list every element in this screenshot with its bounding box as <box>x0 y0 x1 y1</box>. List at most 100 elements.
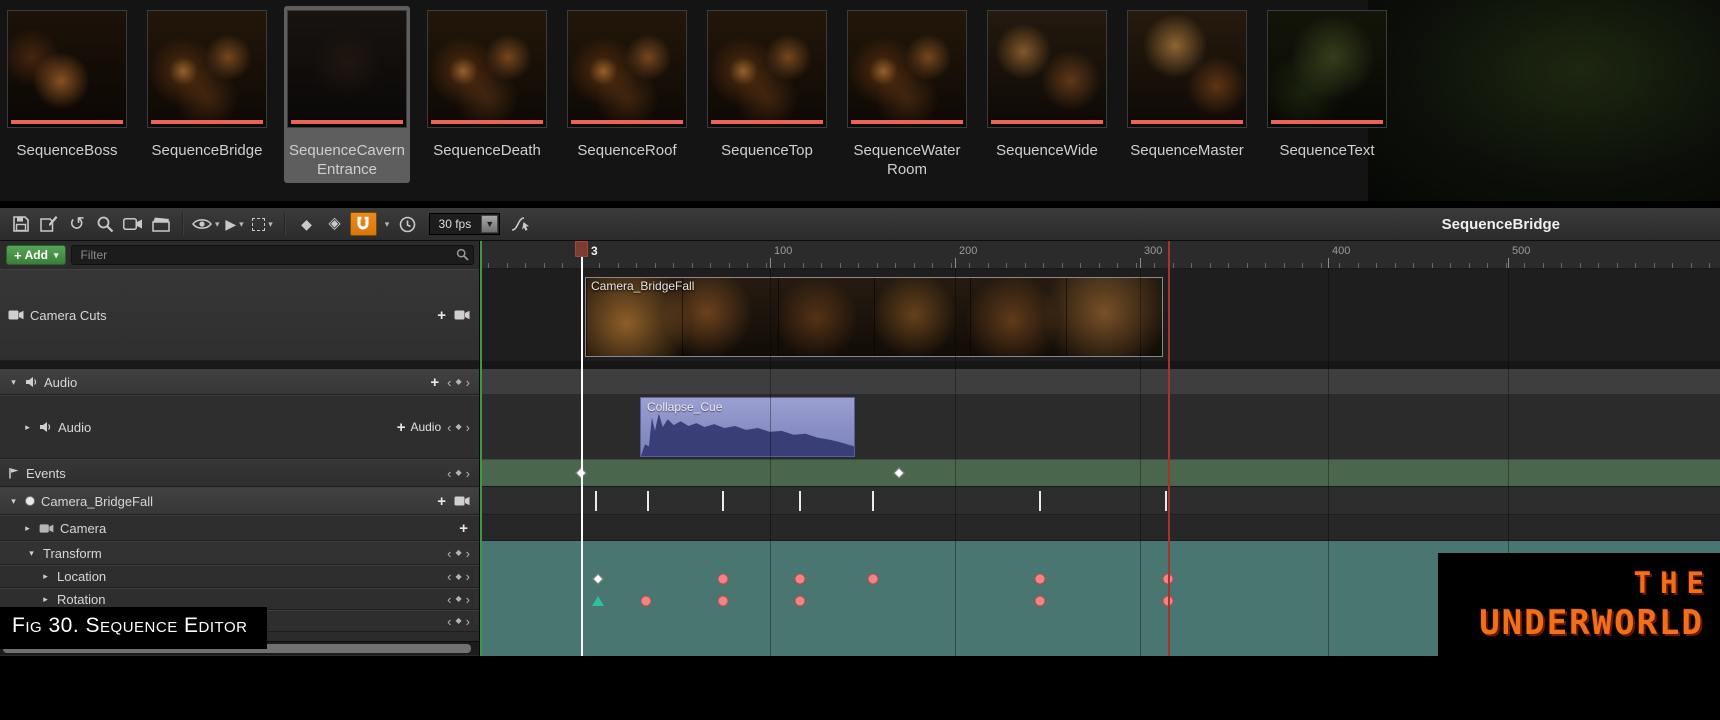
add-camera-cut-button[interactable]: + <box>435 307 448 324</box>
next-key-icon[interactable]: › <box>466 615 470 628</box>
rotation-keyframe[interactable] <box>717 595 729 607</box>
asset-thumbnail[interactable] <box>567 10 687 128</box>
content-browser-item[interactable]: SequenceWater Room <box>844 6 970 183</box>
track-row-audio[interactable]: ▾ Audio + ‹ ◆ › <box>0 369 479 395</box>
add-key-icon[interactable]: ◆ <box>456 549 462 557</box>
time-snap-button[interactable] <box>395 211 421 237</box>
camera-cuts-clip[interactable]: Camera_BridgeFall <box>585 277 1163 357</box>
auto-key-options-button[interactable]: ◈ <box>322 211 348 237</box>
camera-cut-marker[interactable] <box>1165 491 1167 511</box>
next-key-icon[interactable]: › <box>466 421 470 434</box>
asset-thumbnail[interactable] <box>847 10 967 128</box>
asset-thumbnail[interactable] <box>427 10 547 128</box>
content-browser-item[interactable]: SequenceBoss <box>4 6 130 183</box>
prev-key-icon[interactable]: ‹ <box>447 570 451 583</box>
add-key-icon[interactable]: ◆ <box>456 469 462 477</box>
rotation-keyframe[interactable] <box>592 596 604 606</box>
content-browser-item[interactable]: SequenceTop <box>704 6 830 183</box>
asset-thumbnail[interactable] <box>1127 10 1247 128</box>
filter-input[interactable] <box>71 245 474 265</box>
snapping-options-button[interactable]: ▾ <box>379 211 393 237</box>
timeline-ruler[interactable]: 100 200 300 400 500 <box>480 241 1720 269</box>
add-key-icon[interactable]: ◆ <box>456 572 462 581</box>
prev-key-icon[interactable]: ‹ <box>447 376 451 389</box>
undo-button[interactable]: ↺ <box>64 211 90 237</box>
next-key-icon[interactable]: › <box>466 570 470 583</box>
camera-cut-marker[interactable] <box>595 491 597 511</box>
key-navigation[interactable]: ‹ ◆ › <box>447 570 470 583</box>
asset-thumbnail[interactable] <box>1267 10 1387 128</box>
next-key-icon[interactable]: › <box>466 376 470 389</box>
track-row-camera-cuts[interactable]: Camera Cuts + <box>0 269 479 361</box>
content-browser-item[interactable]: SequenceBridge <box>144 6 270 183</box>
add-track-button[interactable]: + Add ▾ <box>6 245 67 265</box>
lock-camera-icon[interactable] <box>454 309 470 321</box>
key-navigation[interactable]: ‹ ◆ › <box>447 615 470 628</box>
location-keyframe[interactable] <box>794 573 806 585</box>
location-keyframe[interactable] <box>867 573 879 585</box>
asset-thumbnail[interactable] <box>147 10 267 128</box>
create-camera-button[interactable] <box>120 211 146 237</box>
expander-icon[interactable]: ▾ <box>26 548 37 559</box>
add-camera-property-button[interactable]: + <box>457 520 470 537</box>
content-browser-item[interactable]: SequenceCavern Entrance <box>284 6 410 183</box>
render-movie-button[interactable] <box>148 211 174 237</box>
expander-icon[interactable]: ▾ <box>8 496 19 507</box>
add-key-icon[interactable]: ◆ <box>456 378 462 386</box>
asset-thumbnail[interactable] <box>7 10 127 128</box>
playhead-handle[interactable] <box>575 241 588 257</box>
curve-editor-button[interactable] <box>508 211 534 237</box>
content-browser-item[interactable]: SequenceRoof <box>564 6 690 183</box>
rotation-keyframe[interactable] <box>1034 595 1046 607</box>
find-in-content-browser-button[interactable] <box>92 211 118 237</box>
camera-cut-marker[interactable] <box>872 491 874 511</box>
keyframe-options-button[interactable]: ◆ <box>294 211 320 237</box>
prev-key-icon[interactable]: ‹ <box>447 615 451 628</box>
asset-thumbnail[interactable] <box>707 10 827 128</box>
track-row-camera-bridgefall[interactable]: ▾ Camera_BridgeFall + <box>0 487 479 515</box>
expander-icon[interactable]: ▸ <box>40 571 51 582</box>
location-keyframe[interactable] <box>1034 573 1046 585</box>
snapping-toggle-button[interactable] <box>349 212 377 236</box>
track-row-location[interactable]: ▸ Location ‹ ◆ › <box>0 565 479 588</box>
add-key-icon[interactable]: ◆ <box>456 595 462 603</box>
content-browser-item[interactable]: SequenceText <box>1264 6 1390 183</box>
rotation-keyframe[interactable] <box>640 595 652 607</box>
prev-key-icon[interactable]: ‹ <box>447 467 451 480</box>
key-navigation[interactable]: ‹ ◆ › <box>447 421 470 434</box>
next-key-icon[interactable]: › <box>466 593 470 606</box>
key-navigation[interactable]: ‹ ◆ › <box>447 593 470 606</box>
view-options-button[interactable]: ▾ <box>192 211 220 237</box>
expander-icon[interactable]: ▾ <box>8 377 19 388</box>
next-key-icon[interactable]: › <box>466 547 470 560</box>
prev-key-icon[interactable]: ‹ <box>447 421 451 434</box>
playhead[interactable] <box>575 241 588 656</box>
save-as-button[interactable] <box>36 211 62 237</box>
expander-icon[interactable]: ▸ <box>22 523 33 534</box>
camera-icon[interactable] <box>454 495 470 507</box>
asset-thumbnail[interactable] <box>287 10 407 128</box>
select-edit-options-button[interactable]: ▾ <box>250 211 276 237</box>
save-button[interactable] <box>8 211 34 237</box>
track-row-audio-child[interactable]: ▸ Audio + Audio ‹ ◆ › <box>0 395 479 459</box>
key-navigation[interactable]: ‹ ◆ › <box>447 547 470 560</box>
track-row-events[interactable]: Events ‹ ◆ › <box>0 459 479 487</box>
expander-icon[interactable]: ▸ <box>40 594 51 605</box>
camera-cut-marker[interactable] <box>647 491 649 511</box>
fps-dropdown[interactable]: 30 fps ▼ <box>428 213 501 235</box>
next-key-icon[interactable]: › <box>466 467 470 480</box>
add-track-section-button[interactable]: + <box>435 493 448 510</box>
content-browser-item[interactable]: SequenceMaster <box>1124 6 1250 183</box>
audio-clip[interactable]: Collapse_Cue <box>640 397 855 457</box>
rotation-keyframe[interactable] <box>794 595 806 607</box>
content-browser-item[interactable]: SequenceDeath <box>424 6 550 183</box>
track-row-camera[interactable]: ▸ Camera + <box>0 515 479 541</box>
add-audio-button[interactable]: + <box>428 374 441 391</box>
camera-cut-marker[interactable] <box>1039 491 1041 511</box>
track-row-transform[interactable]: ▾ Transform ‹ ◆ › <box>0 541 479 565</box>
location-keyframe[interactable] <box>717 573 729 585</box>
key-navigation[interactable]: ‹ ◆ › <box>447 376 470 389</box>
content-browser-item[interactable]: SequenceWide <box>984 6 1110 183</box>
add-key-icon[interactable]: ◆ <box>456 617 462 625</box>
key-navigation[interactable]: ‹ ◆ › <box>447 467 470 480</box>
